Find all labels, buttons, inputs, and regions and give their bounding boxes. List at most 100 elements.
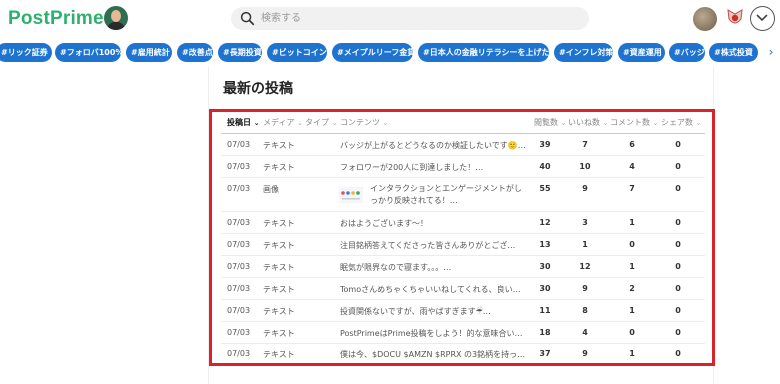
sort-by-contents[interactable]: コンテンツ ⌄ — [340, 117, 388, 128]
chevron-right-icon[interactable]: › — [764, 43, 778, 63]
row-media: テキスト — [263, 329, 295, 338]
sort-by-type[interactable]: タイプ ⌄ — [305, 117, 337, 128]
row-content[interactable]: Tomoさんめちゃくちゃいいねしてくれる、良い… — [340, 284, 528, 295]
table-row[interactable]: 07/03 テキスト 投資関係ないですが、雨やばすぎます☔… 11 8 1 0 — [221, 300, 705, 322]
row-shares: 0 — [675, 284, 681, 293]
search-icon — [240, 11, 255, 26]
row-comments: 6 — [629, 140, 635, 149]
row-comments: 1 — [629, 262, 635, 271]
row-comments: 1 — [629, 349, 635, 358]
row-media: テキスト — [263, 350, 295, 359]
chevron-down-icon: ⌄ — [695, 119, 702, 127]
row-views: 55 — [539, 184, 551, 193]
table-row[interactable]: 07/03 テキスト バッジが上がるとどうなるのか検証したいです🙂… 39 7 … — [221, 134, 705, 156]
tag-chip[interactable]: #フォロバ100% — [55, 43, 121, 62]
sort-by-media[interactable]: メディア ⌄ — [263, 117, 303, 128]
row-shares: 0 — [675, 349, 681, 358]
row-media: 画像 — [263, 185, 279, 194]
postprime-logo[interactable]: PostPrime — [8, 8, 104, 30]
row-likes: 9 — [582, 349, 588, 358]
chevron-down-icon — [756, 14, 768, 22]
row-date: 07/03 — [227, 262, 251, 271]
row-likes: 10 — [579, 162, 591, 171]
profile-avatar[interactable] — [693, 7, 717, 31]
row-shares: 0 — [675, 240, 681, 249]
tag-chip[interactable]: #雇用統計 — [126, 43, 172, 62]
row-shares: 0 — [675, 328, 681, 337]
table-row[interactable]: 07/03 テキスト 注目銘柄答えてくださった皆さんありがとござ… 13 1 0… — [221, 234, 705, 256]
sort-by-comments[interactable]: コメント数 ⌄ — [610, 117, 658, 128]
user-avatar-logo[interactable] — [104, 6, 128, 30]
sort-by-date[interactable]: 投稿日 ⌄ — [227, 117, 260, 128]
row-content[interactable]: 投資関係ないですが、雨やばすぎます☔… — [340, 306, 528, 317]
table-row[interactable]: 07/03 テキスト おはようございます〜！ 12 3 1 0 — [221, 212, 705, 234]
row-likes: 3 — [582, 218, 588, 227]
row-content[interactable]: フォロワーが200人に到達しました！… — [340, 162, 528, 173]
table-row[interactable]: 07/03 テキスト PostPrimeはPrime投稿をしよう！的な意味合い…… — [221, 322, 705, 344]
tag-chip[interactable]: #日本人の金融リテラシーを上げたい — [418, 43, 549, 62]
row-comments: 4 — [629, 162, 635, 171]
search-input[interactable] — [261, 7, 581, 30]
row-content[interactable]: バッジが上がるとどうなるのか検証したいです🙂… — [340, 140, 528, 151]
row-views: 39 — [539, 140, 551, 149]
row-content[interactable]: 眠気が限界なので寝ます。。。… — [340, 262, 528, 273]
row-content[interactable]: 注目銘柄答えてくださった皆さんありがとござ… — [340, 240, 528, 251]
row-likes: 9 — [582, 184, 588, 193]
tag-chip[interactable]: #バッジ — [669, 43, 705, 62]
row-views: 30 — [539, 284, 551, 293]
row-likes: 9 — [582, 284, 588, 293]
row-media: テキスト — [263, 241, 295, 250]
sort-by-likes[interactable]: いいね数 ⌄ — [568, 117, 608, 128]
row-content[interactable]: 僕は今、$DOCU $AMZN $RPRX の3銘柄を持っ… — [340, 349, 528, 360]
row-content[interactable]: インタラクションとエンゲージメントがし — [370, 183, 530, 194]
table-row[interactable]: 07/03 テキスト 眠気が限界なので寝ます。。。… 30 12 1 0 — [221, 256, 705, 278]
row-comments: 0 — [629, 240, 635, 249]
top-header: PostPrime — [0, 0, 780, 38]
row-media: テキスト — [263, 163, 295, 172]
tag-chip[interactable]: #ビットコイン — [267, 43, 327, 62]
tag-chip[interactable]: #長期投資 — [218, 43, 262, 62]
table-row[interactable]: 07/03 テキスト Tomoさんめちゃくちゃいいねしてくれる、良い… 30 9… — [221, 278, 705, 300]
row-shares: 0 — [675, 162, 681, 171]
row-content[interactable]: PostPrimeはPrime投稿をしよう！的な意味合い… — [340, 328, 528, 339]
tag-chip[interactable]: #リック証券 — [0, 43, 52, 62]
row-likes: 7 — [582, 140, 588, 149]
chevron-down-icon: ⌄ — [297, 119, 303, 127]
row-views: 40 — [539, 162, 551, 171]
chevron-down-icon: ⌄ — [602, 119, 609, 127]
row-comments: 2 — [629, 284, 635, 293]
image-thumbnail[interactable] — [339, 187, 363, 203]
sort-by-views[interactable]: 閲覧数 ⌄ — [534, 117, 566, 128]
avatar-face — [111, 10, 121, 22]
table-row[interactable]: 07/03 テキスト フォロワーが200人に到達しました！… 40 10 4 0 — [221, 156, 705, 178]
search-bar[interactable] — [231, 7, 589, 30]
row-date: 07/03 — [227, 184, 251, 193]
avatar-body — [107, 22, 125, 30]
row-date: 07/03 — [227, 218, 251, 227]
row-likes: 8 — [582, 306, 588, 315]
row-media: テキスト — [263, 219, 295, 228]
menu-toggle-button[interactable] — [750, 6, 775, 31]
tag-chip[interactable]: #資産運用 — [618, 43, 665, 62]
table-row[interactable]: 07/03 画像 インタラクションとエンゲージメントがし っかり反映されてる！…… — [221, 178, 705, 212]
badge-icon[interactable] — [724, 7, 746, 29]
row-views: 12 — [539, 218, 551, 227]
tag-chip[interactable]: #改善点 — [177, 43, 213, 62]
row-comments: 7 — [629, 184, 635, 193]
tag-chip[interactable]: #株式投資 — [709, 43, 758, 62]
row-likes: 4 — [582, 328, 588, 337]
row-date: 07/03 — [227, 162, 251, 171]
sort-by-shares[interactable]: シェア数 ⌄ — [661, 117, 701, 128]
row-shares: 0 — [675, 306, 681, 315]
row-date: 07/03 — [227, 349, 251, 358]
row-content-line2[interactable]: っかり反映されてる！… — [370, 195, 530, 206]
tag-chip[interactable]: #インフレ対策 — [554, 43, 613, 62]
table-row[interactable]: 07/03 テキスト 僕は今、$DOCU $AMZN $RPRX の3銘柄を持っ… — [221, 344, 705, 364]
chevron-down-icon: ⌄ — [382, 119, 389, 127]
row-media: テキスト — [263, 285, 295, 294]
tag-chip[interactable]: #メイプルリーフ金貨 — [332, 43, 413, 62]
row-content[interactable]: おはようございます〜！ — [340, 218, 528, 229]
row-views: 13 — [539, 240, 551, 249]
row-shares: 0 — [675, 218, 681, 227]
row-comments: 0 — [629, 328, 635, 337]
